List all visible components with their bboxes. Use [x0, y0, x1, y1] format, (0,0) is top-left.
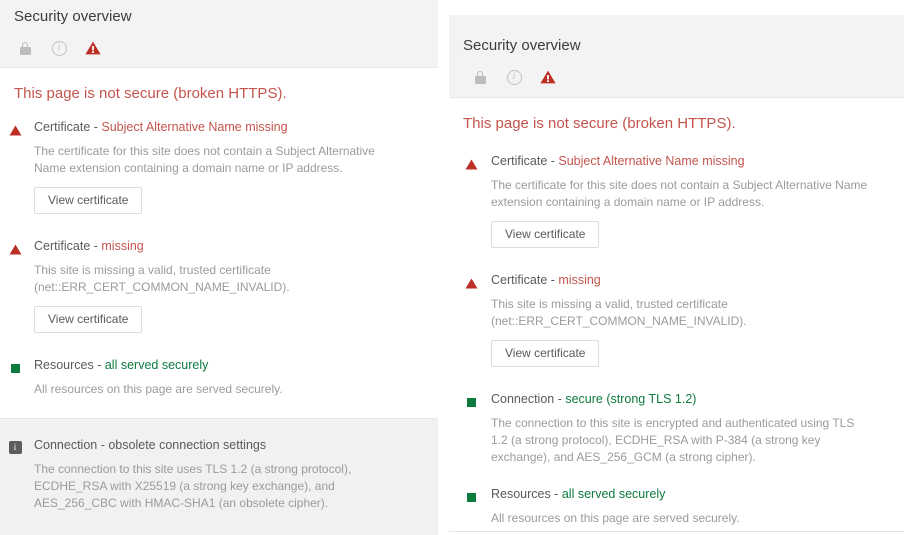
section-certificate-missing: Certificate - missing This site is missi… [0, 238, 438, 333]
panel-left-header: Security overview i [0, 0, 438, 78]
page-title: Security overview [463, 37, 581, 54]
warning-triangle-icon [540, 70, 556, 84]
section-heading: Certificate - Subject Alternative Name m… [34, 119, 424, 136]
section-heading: Resources - all served securely [491, 486, 890, 503]
section-heading: Certificate - missing [34, 238, 424, 255]
page-title: Security overview [14, 8, 132, 25]
left-section-list: Certificate - Subject Alternative Name m… [0, 119, 438, 535]
page-security-status: This page is not secure (broken HTTPS). [463, 115, 736, 132]
section-label: Certificate - [34, 120, 102, 134]
section-value: missing [558, 273, 601, 287]
section-description: The connection to this site uses TLS 1.2… [34, 462, 352, 510]
section-label: Certificate - [491, 154, 559, 168]
section-description: All resources on this page are served se… [491, 511, 740, 525]
warning-triangle-icon [463, 156, 479, 172]
security-tabstrip: i [8, 36, 110, 78]
info-circle-icon: i [506, 69, 522, 85]
section-connection: Connection - secure (strong TLS 1.2) The… [449, 391, 904, 466]
section-label: Resources - [491, 487, 562, 501]
section-value: all served securely [561, 487, 666, 501]
view-certificate-button[interactable]: View certificate [34, 187, 143, 214]
warning-triangle-icon [463, 275, 479, 291]
section-label: Resources - [34, 358, 105, 372]
security-panel-left: Security overview i This page is not sec… [0, 0, 438, 535]
green-square-icon [463, 489, 479, 505]
section-heading: Connection - obsolete connection setting… [34, 437, 424, 454]
section-value: Subject Alternative Name missing [558, 154, 745, 168]
section-description: This site is missing a valid, trusted ce… [491, 297, 747, 328]
section-description: The connection to this site is encrypted… [491, 416, 855, 464]
section-label: Connection - [34, 438, 109, 452]
section-certificate-missing: Certificate - missing This site is missi… [449, 272, 904, 367]
info-tab[interactable]: i [497, 65, 531, 89]
warning-triangle-icon [7, 241, 23, 257]
view-certificate-button[interactable]: View certificate [491, 340, 600, 367]
lock-tab[interactable] [8, 36, 42, 60]
section-heading: Connection - secure (strong TLS 1.2) [491, 391, 890, 408]
section-value: secure (strong TLS 1.2) [565, 392, 697, 406]
section-description: All resources on this page are served se… [34, 382, 283, 396]
section-value: Subject Alternative Name missing [101, 120, 288, 134]
section-connection: i Connection - obsolete connection setti… [0, 418, 438, 535]
section-heading: Certificate - Subject Alternative Name m… [491, 153, 890, 170]
view-certificate-button[interactable]: View certificate [34, 306, 143, 333]
section-value: all served securely [104, 358, 209, 372]
section-heading: Resources - all served securely [34, 357, 424, 374]
lock-tab[interactable] [463, 65, 497, 89]
section-resources: Resources - all served securely All reso… [0, 357, 438, 398]
section-description: The certificate for this site does not c… [34, 144, 375, 175]
section-resources: Resources - all served securely All reso… [449, 486, 904, 527]
info-tab[interactable]: i [42, 36, 76, 60]
warning-tab[interactable] [76, 36, 110, 78]
section-description: This site is missing a valid, trusted ce… [34, 263, 290, 294]
section-description: The certificate for this site does not c… [491, 178, 868, 209]
lock-icon [19, 41, 31, 55]
lock-icon [474, 70, 486, 84]
section-value: obsolete connection settings [108, 438, 267, 452]
warning-triangle-icon [7, 122, 23, 138]
section-value: missing [101, 239, 144, 253]
warning-tab[interactable] [531, 65, 565, 107]
info-square-icon: i [7, 439, 23, 455]
section-label: Certificate - [491, 273, 559, 287]
section-certificate-san: Certificate - Subject Alternative Name m… [449, 153, 904, 248]
green-square-icon [7, 360, 23, 376]
right-section-list: Certificate - Subject Alternative Name m… [449, 153, 904, 527]
warning-triangle-icon [85, 41, 101, 55]
page-security-status: This page is not secure (broken HTTPS). [14, 85, 287, 102]
section-certificate-san: Certificate - Subject Alternative Name m… [0, 119, 438, 214]
green-square-icon [463, 394, 479, 410]
security-tabstrip: i [463, 65, 565, 107]
section-label: Certificate - [34, 239, 102, 253]
info-circle-icon: i [51, 40, 67, 56]
security-panel-right: Security overview i This page is not sec… [449, 15, 904, 532]
view-certificate-button[interactable]: View certificate [491, 221, 600, 248]
section-heading: Certificate - missing [491, 272, 890, 289]
section-label: Connection - [491, 392, 566, 406]
